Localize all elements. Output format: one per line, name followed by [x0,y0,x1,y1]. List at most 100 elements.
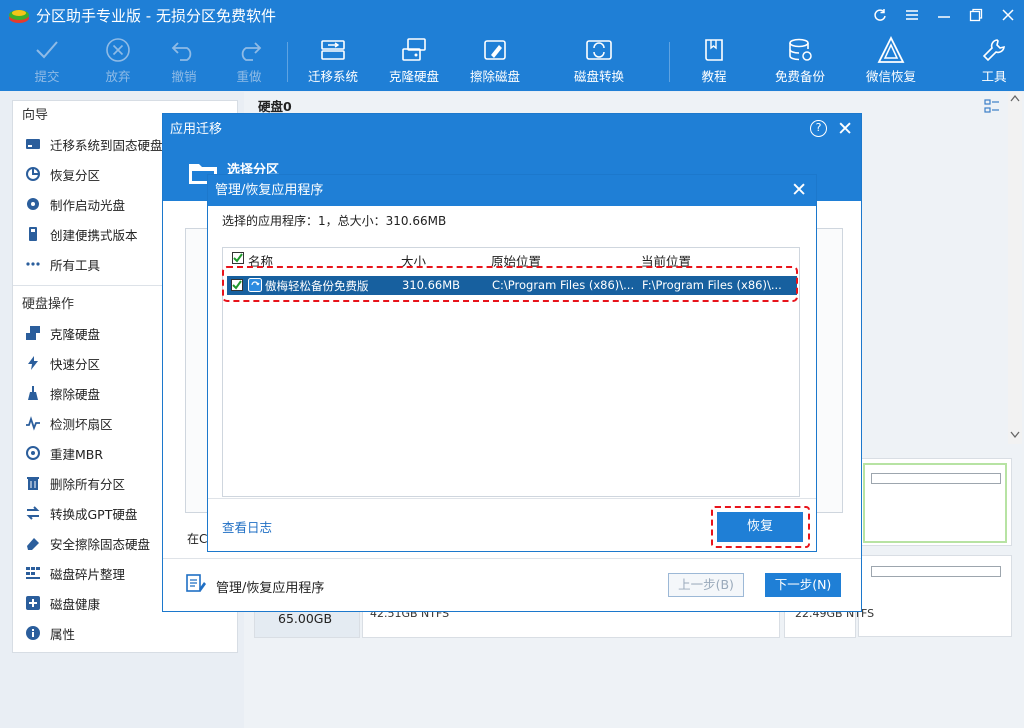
x-circle-icon [106,38,130,62]
wipe-disk-button[interactable]: 擦除磁盘 [468,34,522,90]
lightning-icon [28,356,38,370]
clone-icon [402,38,426,61]
tutorial-label: 教程 [701,69,727,84]
disk-convert-button[interactable]: 磁盘转换 [572,34,626,90]
view-toggle-icon[interactable] [982,97,1002,117]
sidebar-item-label: 属性 [50,626,76,642]
submit-button[interactable]: 提交 [28,34,66,90]
window-controls [864,0,1024,30]
sidebar-item-label: 创建便携式版本 [50,227,138,243]
portable-icon [29,227,37,241]
help-icon[interactable]: ? [810,120,827,137]
wipe-disk-label: 擦除磁盘 [469,69,520,84]
main-toolbar: 提交 放弃 撤销 重做 迁移系统 克隆硬盘 擦除磁盘 磁盘转换 教程 免费备份 … [0,34,1024,90]
broom-icon [28,386,38,400]
gpt-convert-icon [26,506,40,520]
free-backup-button[interactable]: 免费备份 [773,34,827,90]
migrate-icon [321,40,345,60]
dialog-separator [163,558,861,559]
title-toolbar-bar: 分区助手专业版 - 无损分区免费软件 提交 放弃 撤销 重做 迁移系统 克隆硬盘… [0,0,1024,91]
manage-restore-titlebar: 管理/恢复应用程序 ✕ [208,175,816,206]
app-migration-title: 应用迁移 [170,122,223,137]
clone-disk-icon [26,326,40,340]
submit-label: 提交 [34,69,60,84]
toolbar-separator [287,42,288,82]
manage-restore-dialog: 管理/恢复应用程序 ✕ 选择的应用程序：1，总大小：310.66MB 名称 大小… [207,174,817,552]
disk-size: 65.00GB [278,611,333,626]
partition-card-right[interactable] [858,555,1012,637]
dots-icon [26,262,40,266]
convert-icon [586,40,612,60]
sidebar-item-label: 制作启动光盘 [50,197,126,213]
sidebar-item-label: 克隆硬盘 [50,326,101,342]
undo-icon [171,42,192,61]
row-highlight-annotation [222,266,798,302]
close-icon[interactable]: ✕ [791,175,807,206]
undo-button[interactable]: 撤销 [165,34,203,90]
sidebar-item-label: 安全擦除固态硬盘 [50,536,151,552]
disk-convert-label: 磁盘转换 [573,69,624,84]
wipe-icon [484,40,506,60]
vertical-scrollbar[interactable] [1008,92,1022,444]
boot-disc-icon [27,198,39,210]
sidebar-item-label: 所有工具 [50,257,101,273]
redo-button[interactable]: 重做 [230,34,268,90]
scrollbar-arrows-icon [1010,94,1020,439]
close-icon[interactable] [992,0,1024,30]
sidebar-item-label: 检测坏扇区 [50,416,113,432]
sidebar-item-label: 删除所有分区 [50,476,126,492]
select-all-checkbox[interactable] [232,252,244,264]
minimize-icon[interactable] [928,0,960,30]
wechat-recover-button[interactable]: 微信恢复 [864,34,918,90]
free-backup-label: 免费备份 [774,69,825,84]
sidebar-item-properties[interactable]: 属性 [13,618,237,648]
wechat-recover-label: 微信恢复 [865,69,916,84]
eraser-icon [27,538,39,550]
recover-icon [877,36,905,63]
sidebar-item-label: 快速分区 [50,356,101,372]
migrate-system-label: 迁移系统 [307,69,358,84]
toolbar-separator [669,42,670,82]
prev-button[interactable]: 上一步(B) [668,573,744,597]
mbr-icon [26,446,40,460]
refresh-icon[interactable] [864,0,896,30]
check-icon [36,41,58,59]
maximize-icon[interactable] [960,0,992,30]
view-log-link[interactable]: 查看日志 [222,517,272,536]
checkmark-icon [233,253,243,263]
table-header: 名称 大小 原始位置 当前位置 [223,248,799,269]
selection-summary: 选择的应用程序：1，总大小：310.66MB [222,214,447,228]
info-icon [26,626,40,640]
menu-icon[interactable] [896,0,928,30]
app-logo-icon [9,10,29,23]
tools-button[interactable]: 工具 [977,34,1011,90]
defrag-icon [26,567,40,579]
sidebar-item-label: 磁盘健康 [50,596,101,612]
app-title: 分区助手专业版 - 无损分区免费软件 [36,7,276,25]
wrench-icon [982,39,1005,62]
scan-icon [26,416,40,431]
next-button[interactable]: 下一步(N) [765,573,841,597]
tutorial-button[interactable]: 教程 [697,34,731,90]
sidebar-item-label: 重建MBR [50,446,104,462]
tools-label: 工具 [981,69,1007,84]
trash-icon [27,477,39,490]
restore-partition-icon [26,167,40,181]
manage-apps-link[interactable]: 管理/恢复应用程序 [216,577,324,596]
app-migration-titlebar: 应用迁移 ? ✕ [163,114,861,145]
dialog-separator [208,498,816,499]
partition-card-top[interactable] [858,458,1012,546]
clone-disk-button[interactable]: 克隆硬盘 [387,34,441,90]
redo-label: 重做 [236,69,262,84]
close-icon[interactable]: ✕ [837,114,853,145]
book-icon [705,39,723,61]
migrate-system-button[interactable]: 迁移系统 [306,34,360,90]
sidebar-item-label: 迁移系统到固态硬盘 [50,137,163,153]
health-icon [26,596,40,610]
sidebar-item-label: 磁盘碎片整理 [50,566,126,582]
undo-label: 撤销 [171,69,197,84]
discard-button[interactable]: 放弃 [99,34,137,90]
manage-apps-icon [186,574,206,592]
button-highlight-annotation [711,506,810,548]
redo-icon [241,42,262,61]
